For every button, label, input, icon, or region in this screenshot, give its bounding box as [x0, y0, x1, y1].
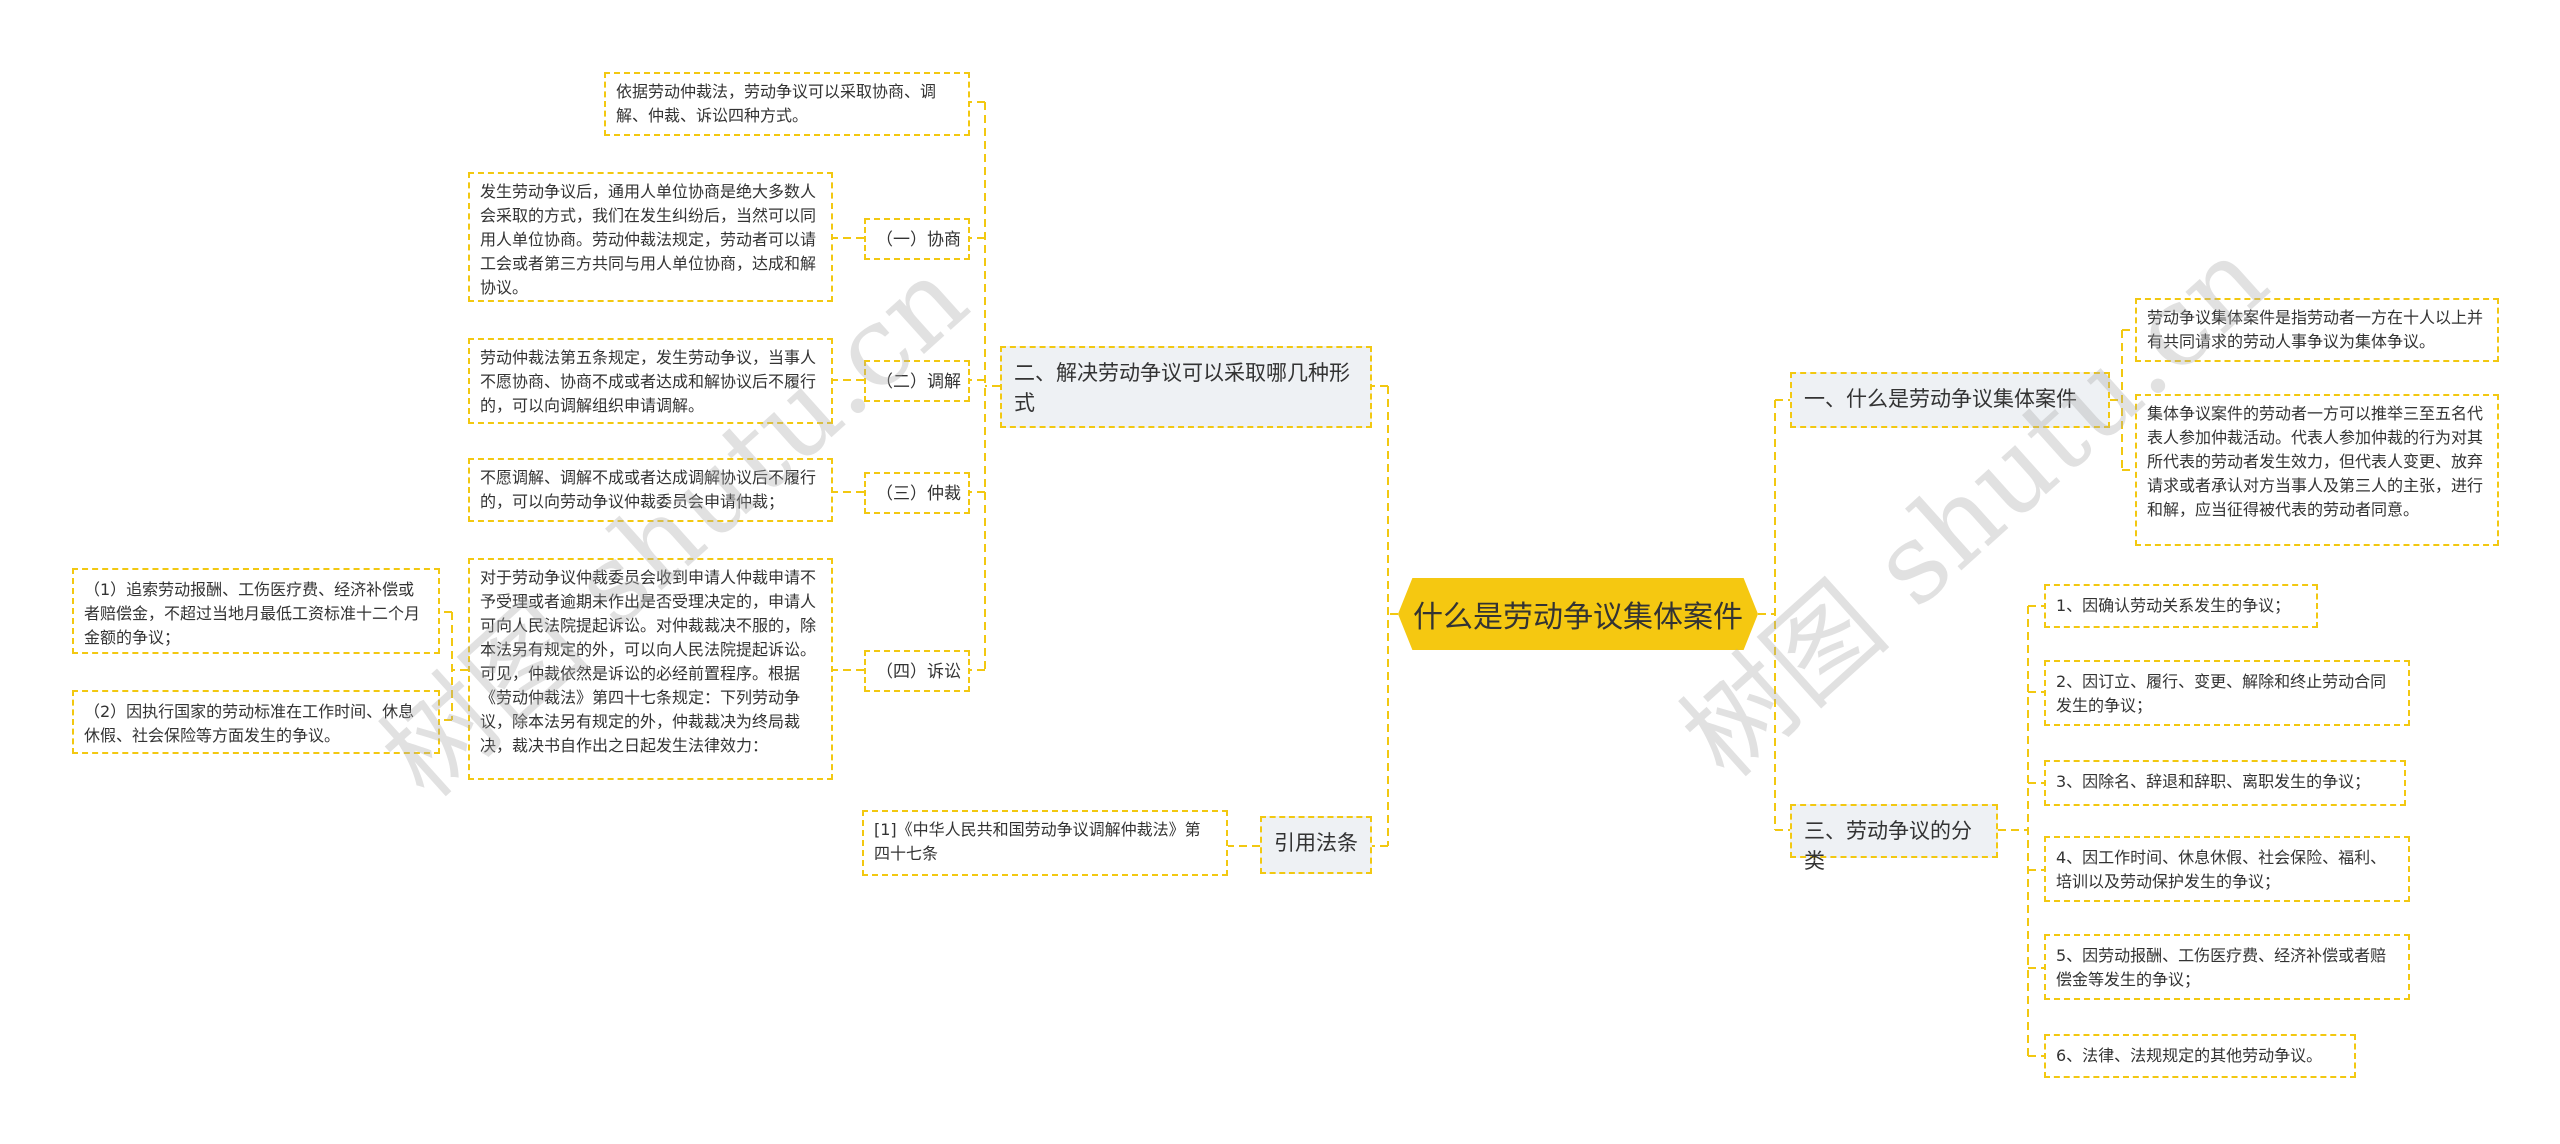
methods-intro-text: 依据劳动仲裁法，劳动争议可以采取协商、调解、仲裁、诉讼四种方式。 [616, 82, 937, 125]
citation-text-content: [1]《中华人民共和国劳动争议调解仲裁法》第四十七条 [874, 820, 1201, 863]
category-item-4-text: 4、因工作时间、休息休假、社会保险、福利、培训以及劳动保护发生的争议； [2056, 848, 2387, 891]
negotiation-text: 发生劳动争议后，通用人单位协商是绝大多数人会采取的方式，我们在发生纠纷后，当然可… [468, 172, 833, 302]
arbitration-text: 不愿调解、调解不成或者达成调解协议后不履行的，可以向劳动争议仲裁委员会申请仲裁； [468, 458, 833, 522]
definition-item-1: 劳动争议集体案件是指劳动者一方在十人以上并有共同请求的劳动人事争议为集体争议。 [2135, 298, 2499, 362]
sub-arbitration-label: （三）仲裁 [876, 484, 961, 504]
negotiation-text-content: 发生劳动争议后，通用人单位协商是绝大多数人会采取的方式，我们在发生纠纷后，当然可… [480, 182, 817, 297]
branch-methods-label: 二、解决劳动争议可以采取哪几种形式 [1014, 361, 1350, 415]
category-item-1: 1、因确认劳动关系发生的争议； [2044, 584, 2318, 628]
sub-mediation[interactable]: （二）调解 [864, 360, 970, 402]
mediation-text: 劳动仲裁法第五条规定，发生劳动争议，当事人不愿协商、协商不成或者达成和解协议后不… [468, 338, 833, 424]
branch-citation[interactable]: 引用法条 [1260, 816, 1372, 874]
category-item-3-text: 3、因除名、辞退和辞职、离职发生的争议； [2056, 772, 2371, 791]
mediation-text-content: 劳动仲裁法第五条规定，发生劳动争议，当事人不愿协商、协商不成或者达成和解协议后不… [480, 348, 817, 415]
definition-item-1-text: 劳动争议集体案件是指劳动者一方在十人以上并有共同请求的劳动人事争议为集体争议。 [2147, 308, 2484, 351]
definition-item-2: 集体争议案件的劳动者一方可以推举三至五名代表人参加仲裁活动。代表人参加仲裁的行为… [2135, 394, 2499, 546]
category-item-6: 6、法律、法规规定的其他劳动争议。 [2044, 1034, 2356, 1078]
category-item-5-text: 5、因劳动报酬、工伤医疗费、经济补偿或者赔偿金等发生的争议； [2056, 946, 2387, 989]
branch-methods[interactable]: 二、解决劳动争议可以采取哪几种形式 [1000, 346, 1372, 428]
branch-citation-label: 引用法条 [1274, 831, 1358, 855]
litigation-child-2: （2）因执行国家的劳动标准在工作时间、休息休假、社会保险等方面发生的争议。 [72, 690, 440, 754]
category-item-3: 3、因除名、辞退和辞职、离职发生的争议； [2044, 760, 2406, 806]
litigation-child-1: （1）追索劳动报酬、工伤医疗费、经济补偿或者赔偿金，不超过当地月最低工资标准十二… [72, 568, 440, 654]
litigation-text-content: 对于劳动争议仲裁委员会收到申请人仲裁申请不予受理或者逾期未作出是否受理决定的，申… [480, 568, 817, 755]
category-item-2: 2、因订立、履行、变更、解除和终止劳动合同发生的争议； [2044, 660, 2410, 726]
root-node[interactable]: 什么是劳动争议集体案件 [1398, 578, 1758, 650]
root-label: 什么是劳动争议集体案件 [1413, 600, 1743, 635]
category-item-6-text: 6、法律、法规规定的其他劳动争议。 [2056, 1046, 2323, 1065]
methods-intro: 依据劳动仲裁法，劳动争议可以采取协商、调解、仲裁、诉讼四种方式。 [604, 72, 970, 136]
branch-definition-label: 一、什么是劳动争议集体案件 [1804, 387, 2077, 411]
sub-litigation-label: （四）诉讼 [876, 662, 961, 682]
sub-mediation-label: （二）调解 [876, 372, 961, 392]
sub-negotiation[interactable]: （一）协商 [864, 218, 970, 260]
sub-litigation[interactable]: （四）诉讼 [864, 650, 970, 692]
category-item-5: 5、因劳动报酬、工伤医疗费、经济补偿或者赔偿金等发生的争议； [2044, 934, 2410, 1000]
litigation-child-2-text: （2）因执行国家的劳动标准在工作时间、休息休假、社会保险等方面发生的争议。 [84, 702, 415, 745]
litigation-child-1-text: （1）追索劳动报酬、工伤医疗费、经济补偿或者赔偿金，不超过当地月最低工资标准十二… [84, 580, 421, 647]
definition-item-2-text: 集体争议案件的劳动者一方可以推举三至五名代表人参加仲裁活动。代表人参加仲裁的行为… [2147, 404, 2484, 519]
citation-text: [1]《中华人民共和国劳动争议调解仲裁法》第四十七条 [862, 810, 1228, 876]
litigation-text: 对于劳动争议仲裁委员会收到申请人仲裁申请不予受理或者逾期未作出是否受理决定的，申… [468, 558, 833, 780]
category-item-2-text: 2、因订立、履行、变更、解除和终止劳动合同发生的争议； [2056, 672, 2387, 715]
branch-categories[interactable]: 三、劳动争议的分类 [1790, 804, 1998, 873]
sub-negotiation-label: （一）协商 [876, 230, 961, 250]
branch-definition[interactable]: 一、什么是劳动争议集体案件 [1790, 372, 2110, 428]
category-item-1-text: 1、因确认劳动关系发生的争议； [2056, 596, 2291, 615]
category-item-4: 4、因工作时间、休息休假、社会保险、福利、培训以及劳动保护发生的争议； [2044, 836, 2410, 902]
arbitration-text-content: 不愿调解、调解不成或者达成调解协议后不履行的，可以向劳动争议仲裁委员会申请仲裁； [480, 468, 817, 511]
sub-arbitration[interactable]: （三）仲裁 [864, 472, 970, 514]
